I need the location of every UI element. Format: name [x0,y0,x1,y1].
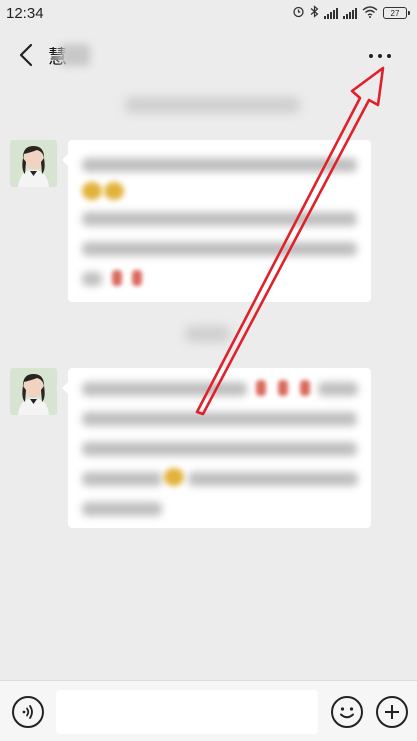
avatar[interactable] [10,140,57,187]
avatar[interactable] [10,368,57,415]
voice-icon [22,705,33,719]
signal-icon-2 [343,7,357,19]
back-button[interactable] [12,40,40,70]
message-bubble[interactable] [62,368,371,528]
input-bar [0,680,417,741]
bluetooth-icon [310,5,319,21]
voice-button[interactable] [12,696,44,728]
more-dots-icon [369,54,373,58]
alarm-icon [292,5,305,21]
plus-button[interactable] [376,696,408,728]
chat-title-blur [60,44,90,66]
wifi-icon [362,5,378,21]
status-icons: 27 [292,5,410,21]
emoji-button[interactable] [331,696,363,728]
message-input[interactable] [56,690,318,734]
signal-icon [324,7,338,19]
timestamp [185,326,230,342]
chat-header: 慧 [0,26,417,84]
status-bar: 12:34 27 [0,0,417,26]
status-time: 12:34 [6,4,44,22]
battery-icon: 27 [383,7,410,19]
message-bubble[interactable] [62,140,371,302]
more-button[interactable] [363,46,397,66]
timestamp [125,97,300,113]
chevron-left-icon [19,43,33,67]
emoji-icon [340,707,354,719]
